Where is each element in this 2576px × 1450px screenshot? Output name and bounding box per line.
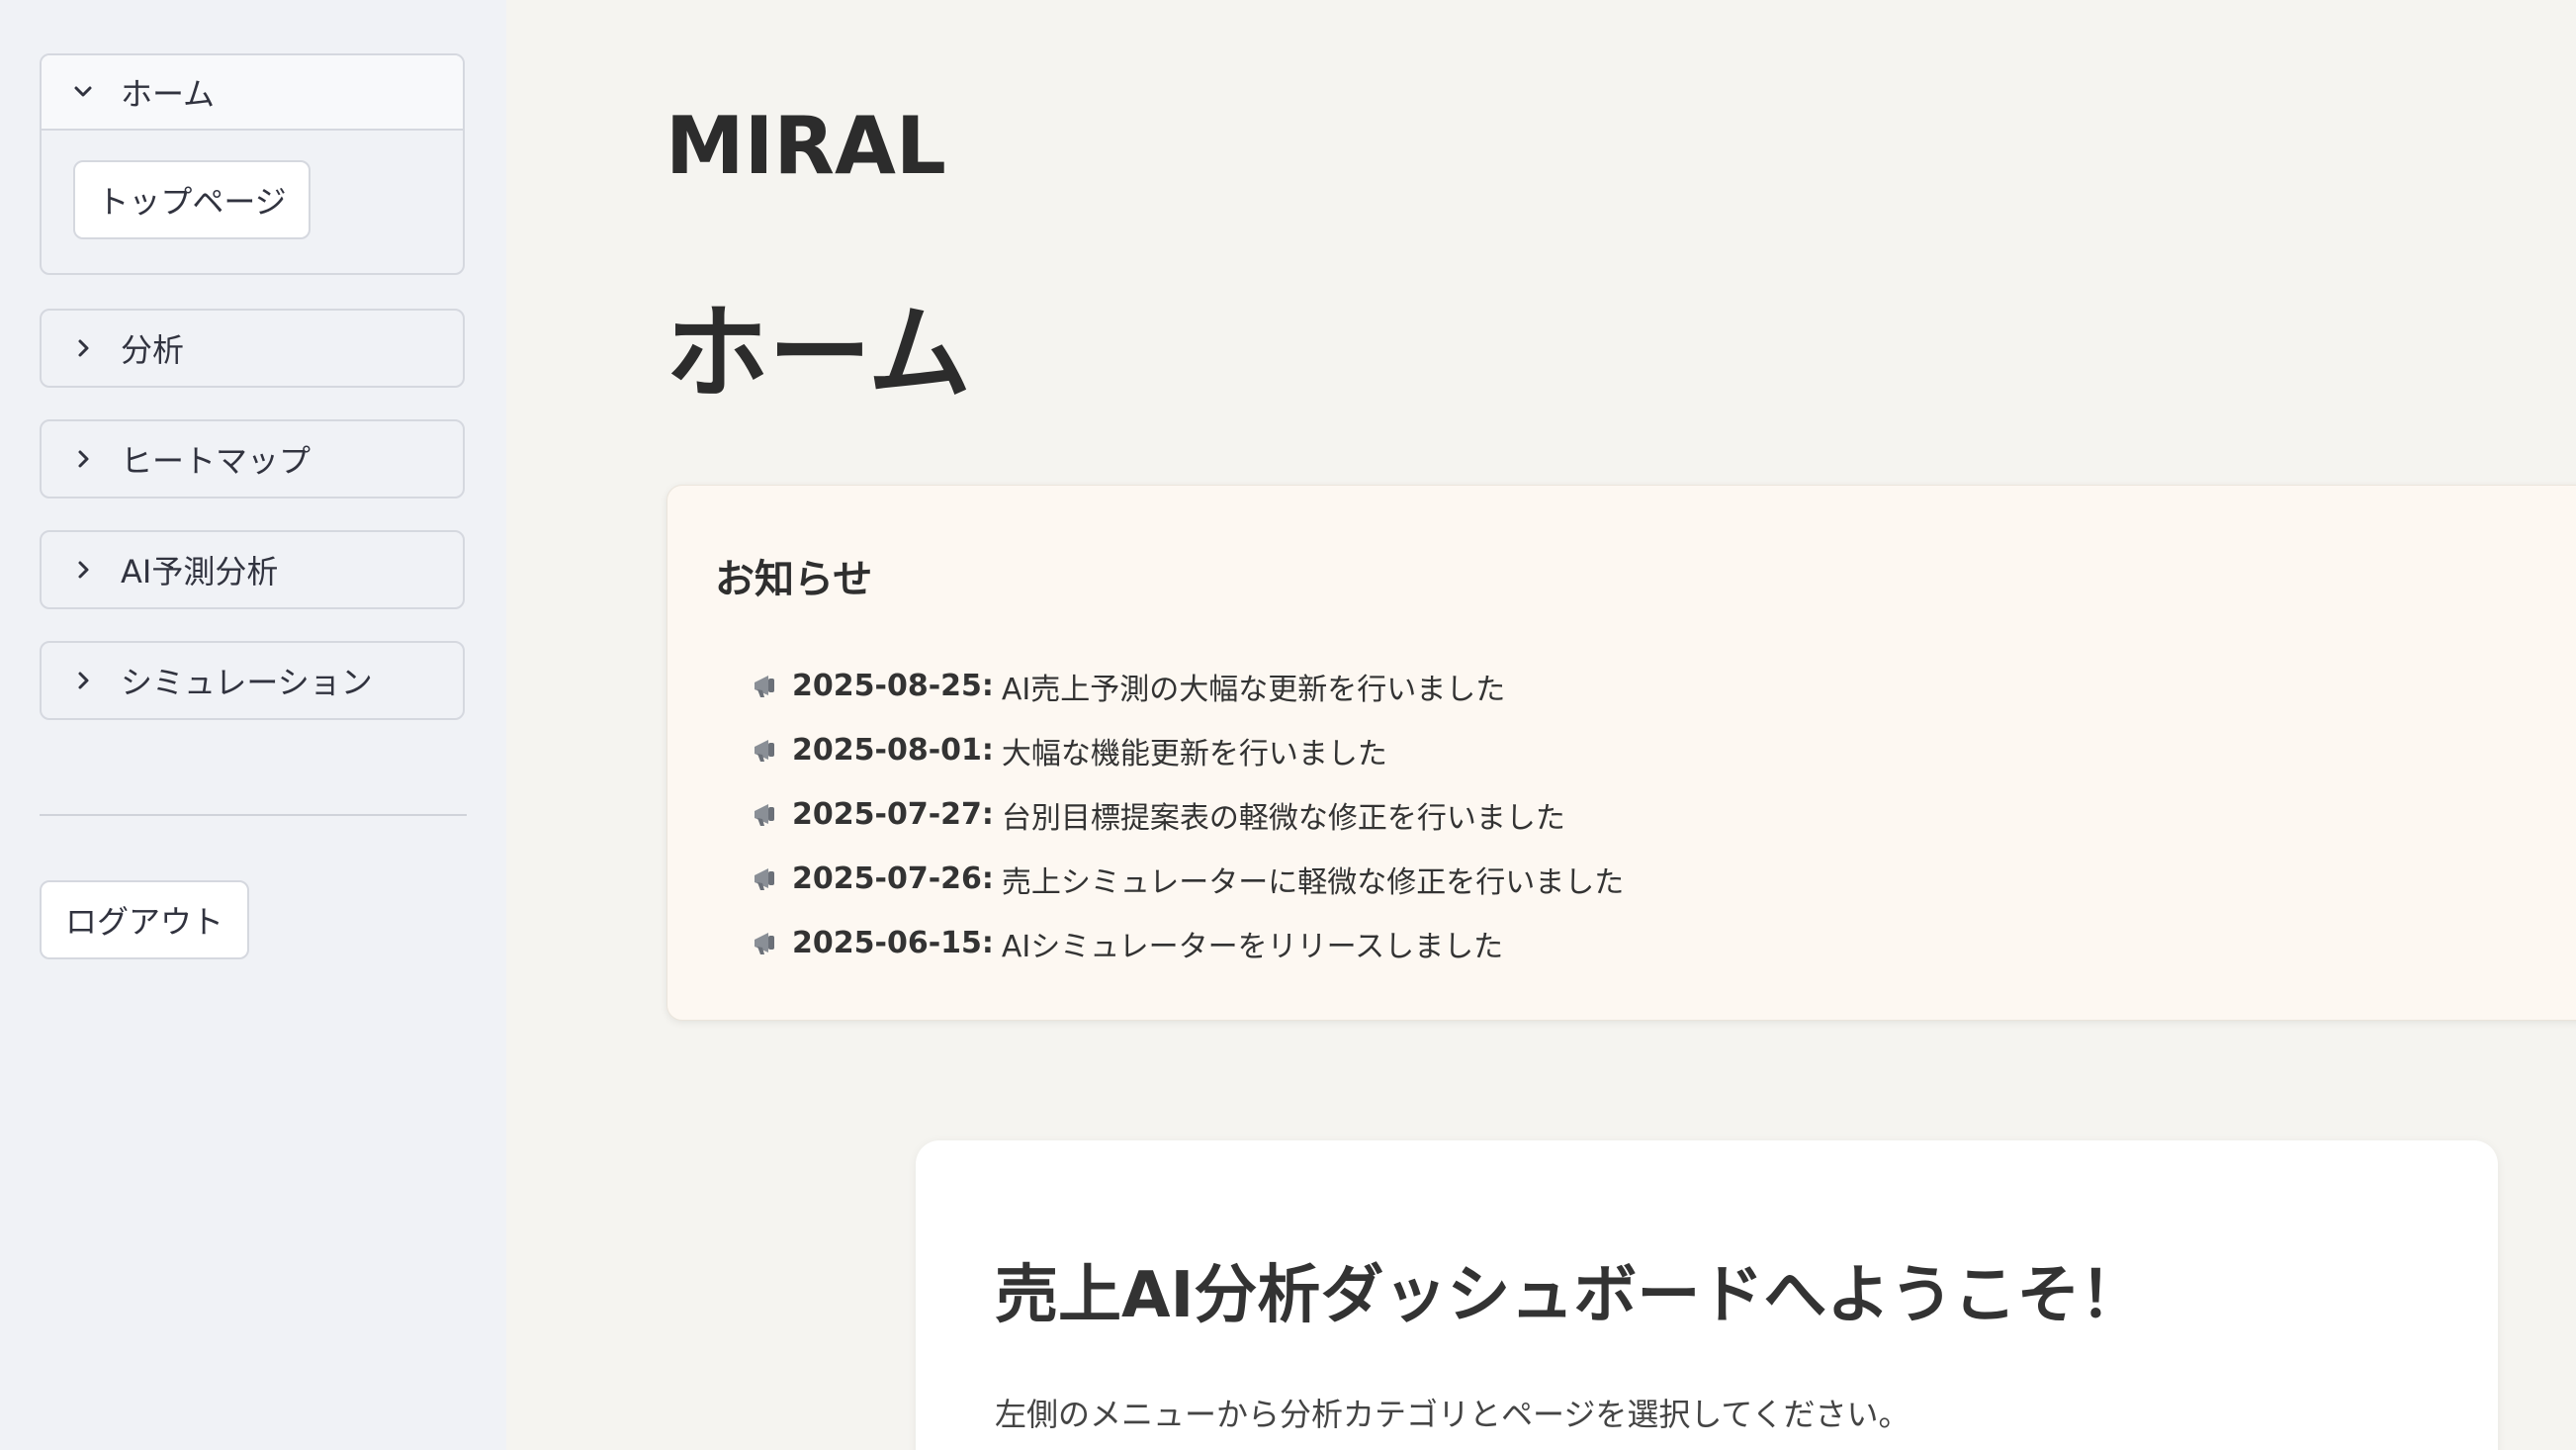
- chevron-right-icon: [69, 667, 97, 694]
- notice-text: 台別目標提案表の軽微な修正を行いました: [1001, 800, 1565, 836]
- sidebar-expander-simulation: シミュレーション: [40, 641, 465, 720]
- notice-item: 2025-07-26: 売上シミュレーターに軽微な修正を行いました: [751, 847, 1624, 911]
- expander-header-analysis[interactable]: 分析: [42, 311, 463, 386]
- chevron-right-icon: [69, 334, 97, 362]
- welcome-card: 売上AI分析ダッシュボードへようこそ！ 左側のメニューから分析カテゴリとページを…: [916, 1140, 2498, 1450]
- notice-date: 2025-06-15:: [792, 926, 994, 960]
- chevron-right-icon: [69, 445, 97, 473]
- sidebar-expander-heatmap: ヒートマップ: [40, 419, 465, 498]
- notice-item: 2025-08-01: 大幅な機能更新を行いました: [751, 718, 1624, 782]
- app-root: ホーム トップページ 分析 ヒートマップ AI予測分析 シミュレーション ログア…: [0, 0, 2576, 1450]
- welcome-title: 売上AI分析ダッシュボードへようこそ！: [995, 1259, 2144, 1332]
- notice-item: 2025-08-25: AI売上予測の大幅な更新を行いました: [751, 654, 1624, 718]
- sidebar-expander-home: ホーム トップページ: [40, 53, 465, 275]
- notice-card: お知らせ 2025-08-25: AI売上予測の大幅な更新を行いました 2025…: [666, 485, 2576, 1021]
- notice-text: 売上シミュレーターに軽微な修正を行いました: [1001, 864, 1625, 900]
- notice-text: AI売上予測の大幅な更新を行いました: [1001, 672, 1506, 707]
- top-page-button[interactable]: トップページ: [73, 160, 311, 239]
- notice-text: AIシミュレーターをリリースしました: [1001, 929, 1504, 964]
- expander-header-ai-forecast[interactable]: AI予測分析: [42, 532, 463, 607]
- page-title: ホーム: [666, 293, 971, 413]
- megaphone-icon: [755, 932, 774, 954]
- notice-text: 大幅な機能更新を行いました: [1001, 736, 1387, 771]
- notice-date: 2025-07-27:: [792, 797, 994, 832]
- chevron-down-icon: [69, 78, 97, 106]
- notice-date: 2025-08-25:: [792, 669, 994, 703]
- expander-header-simulation[interactable]: シミュレーション: [42, 643, 463, 718]
- notice-date: 2025-07-26:: [792, 861, 994, 896]
- megaphone-icon: [755, 739, 774, 762]
- expander-header-heatmap[interactable]: ヒートマップ: [42, 421, 463, 497]
- notice-item: 2025-07-27: 台別目標提案表の軽微な修正を行いました: [751, 782, 1624, 847]
- app-title: MIRAL: [666, 100, 946, 192]
- notice-date: 2025-08-01:: [792, 733, 994, 768]
- notice-list: 2025-08-25: AI売上予測の大幅な更新を行いました 2025-08-0…: [751, 654, 1624, 975]
- megaphone-icon: [755, 675, 774, 697]
- megaphone-icon: [755, 867, 774, 890]
- expander-body-home: トップページ: [42, 131, 463, 273]
- expander-label-simulation: シミュレーション: [121, 664, 373, 701]
- expander-label-heatmap: ヒートマップ: [121, 442, 311, 480]
- sidebar-expander-analysis: 分析: [40, 309, 465, 388]
- expander-label-ai-forecast: AI予測分析: [121, 553, 279, 590]
- expander-label-home: ホーム: [121, 75, 216, 113]
- megaphone-icon: [755, 803, 774, 826]
- sidebar-expander-ai-forecast: AI予測分析: [40, 530, 465, 609]
- sidebar-divider: [40, 814, 467, 816]
- expander-label-analysis: 分析: [121, 331, 185, 369]
- sidebar: ホーム トップページ 分析 ヒートマップ AI予測分析 シミュレーション ログア…: [0, 0, 506, 1450]
- logout-button[interactable]: ログアウト: [40, 880, 249, 959]
- chevron-right-icon: [69, 556, 97, 584]
- notice-title: お知らせ: [715, 557, 873, 602]
- notice-item: 2025-06-15: AIシミュレーターをリリースしました: [751, 911, 1624, 975]
- welcome-text: 左側のメニューから分析カテゴリとページを選択してください。: [995, 1396, 1910, 1433]
- expander-header-home[interactable]: ホーム: [42, 55, 463, 131]
